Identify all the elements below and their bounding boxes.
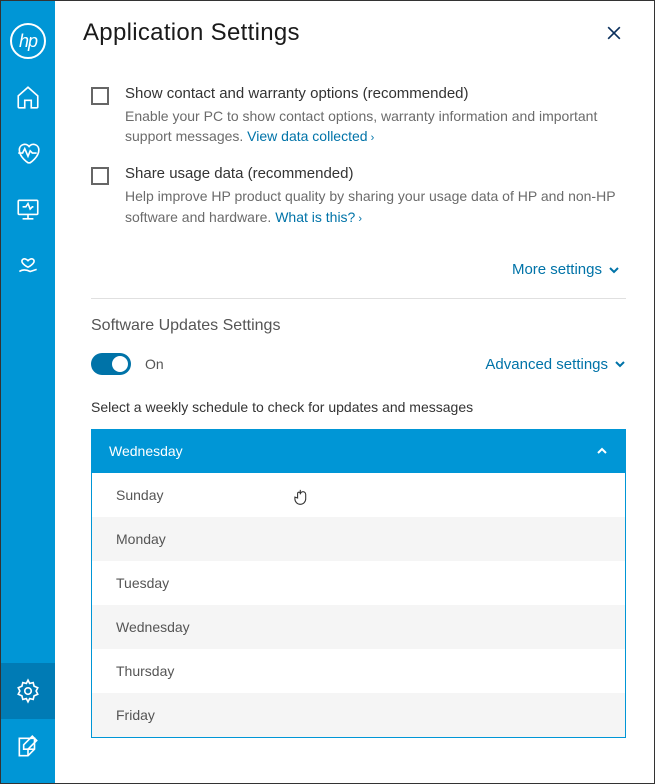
hp-logo[interactable]: hp (1, 13, 55, 69)
sidebar-item-health[interactable] (1, 125, 55, 181)
advanced-settings-link[interactable]: Advanced settings (485, 356, 626, 373)
checkbox-contact-warranty[interactable] (91, 87, 109, 105)
dropdown-option-sunday[interactable]: Sunday (92, 473, 625, 517)
page-title: Application Settings (83, 19, 300, 47)
option-contact-warranty: Show contact and warranty options (recom… (91, 85, 626, 147)
edit-note-icon (15, 734, 41, 760)
dropdown-option-tuesday[interactable]: Tuesday (92, 561, 625, 605)
schedule-label: Select a weekly schedule to check for up… (91, 399, 626, 415)
schedule-dropdown: Wednesday Sunday Monday Tuesday Wednesda… (91, 429, 626, 738)
sidebar-item-settings[interactable] (1, 663, 55, 719)
view-data-link[interactable]: View data collected (247, 128, 374, 144)
dropdown-header[interactable]: Wednesday (91, 429, 626, 473)
close-icon (604, 23, 624, 43)
sidebar-item-monitor[interactable] (1, 181, 55, 237)
updates-toggle[interactable] (91, 353, 131, 375)
option-title: Share usage data (recommended) (125, 165, 626, 182)
updates-toggle-label: On (145, 356, 164, 372)
divider (91, 298, 626, 299)
option-title: Show contact and warranty options (recom… (125, 85, 626, 102)
sidebar-item-support[interactable] (1, 237, 55, 293)
chevron-down-icon (608, 264, 620, 276)
sidebar-item-feedback[interactable] (1, 719, 55, 775)
dropdown-option-monday[interactable]: Monday (92, 517, 625, 561)
modal-header: Application Settings (55, 1, 654, 61)
close-button[interactable] (602, 21, 626, 45)
more-settings-link[interactable]: More settings (512, 261, 620, 278)
checkbox-share-usage[interactable] (91, 167, 109, 185)
dropdown-selected: Wednesday (109, 443, 183, 459)
hand-heart-icon (15, 252, 41, 278)
dropdown-list: Sunday Monday Tuesday Wednesday Thursday… (91, 473, 626, 738)
gear-icon (15, 678, 41, 704)
home-icon (15, 84, 41, 110)
chevron-down-icon (614, 358, 626, 370)
dropdown-option-thursday[interactable]: Thursday (92, 649, 625, 693)
sidebar: hp (1, 1, 55, 783)
updates-section-title: Software Updates Settings (91, 317, 626, 335)
option-desc: Help improve HP product quality by shari… (125, 186, 626, 227)
what-is-this-link[interactable]: What is this? (275, 209, 362, 225)
dropdown-option-friday[interactable]: Friday (92, 693, 625, 737)
option-desc: Enable your PC to show contact options, … (125, 106, 626, 147)
chevron-up-icon (596, 445, 608, 457)
option-share-usage: Share usage data (recommended) Help impr… (91, 165, 626, 227)
dropdown-option-wednesday[interactable]: Wednesday (92, 605, 625, 649)
sidebar-item-home[interactable] (1, 69, 55, 125)
monitor-icon (15, 196, 41, 222)
heart-pulse-icon (15, 140, 41, 166)
